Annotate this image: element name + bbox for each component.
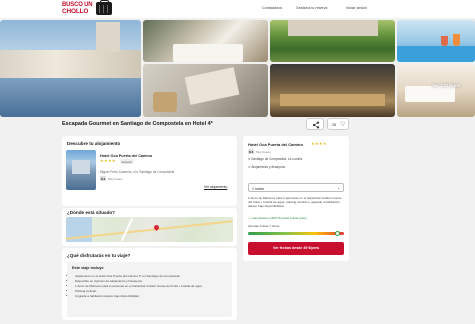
hotel-stars: ★★★★ xyxy=(100,158,116,163)
free-cancellation-note: ✓ Cancelación GRATIS hasta 3 días antes xyxy=(248,216,307,220)
list-item: Upgrade a habitación deluxe bajo disponi… xyxy=(75,294,225,299)
booking-hotel-name: Hotel Oca Puerta del Camino xyxy=(248,142,303,147)
booking-rating-score: 8.4 xyxy=(248,149,255,154)
list-item: 1 Arroz de Mariscos para 2 personas en e… xyxy=(75,284,225,289)
view-all-photos-link[interactable]: Ver 110 fotos xyxy=(432,83,460,88)
offer-progress-bar xyxy=(248,232,344,235)
gallery-photo-lobby[interactable] xyxy=(143,64,268,117)
gallery-photo-room[interactable] xyxy=(143,20,268,62)
booking-rating-label: Muy bueno xyxy=(256,150,271,154)
hotel-address: Miguel Ferro Caaveiro, s/n, Santiago de … xyxy=(100,170,175,174)
favorite-button[interactable]: 26 ♡ xyxy=(327,118,349,130)
gallery-photo-bar[interactable] xyxy=(270,64,395,117)
view-dates-button[interactable]: Ver fechas desde 49 €/pers xyxy=(248,242,344,255)
nav-manage-booking-link[interactable]: Gestiona tu reserva xyxy=(296,6,327,10)
hotel-thumbnail[interactable] xyxy=(66,150,96,190)
nav-contact-link[interactable]: Contáctanos xyxy=(262,6,282,10)
offer-progress-knob xyxy=(334,231,340,236)
free-cancellation-text: Cancelación GRATIS hasta 3 días antes xyxy=(251,216,307,220)
top-header: BUSCO UN CHOLLO Contáctanos Gestiona tu … xyxy=(0,0,475,18)
included-heading: Este viaje incluye xyxy=(72,266,104,270)
hotel-category-tag: Superior xyxy=(120,159,134,164)
time-remaining: Quedan 9 días 7 horas xyxy=(248,224,280,228)
booking-board: ✕ Alojamiento y desayuno xyxy=(248,165,285,169)
hotel-rating-score: 8.4 xyxy=(100,176,107,181)
accommodation-card: Descubre tu alojamiento Hotel Oca Puerta… xyxy=(62,136,237,206)
location-heading: ¿Dónde está situado? xyxy=(67,210,115,215)
hotel-rating-label: Muy bueno xyxy=(108,177,123,181)
likes-count: 26 xyxy=(332,123,336,127)
share-button[interactable] xyxy=(306,118,324,130)
location-card: ¿Dónde está situado? xyxy=(62,208,237,246)
gallery-main-photo[interactable] xyxy=(0,20,141,117)
gallery-photo-garden[interactable] xyxy=(270,20,395,62)
gallery-photo-bedroom[interactable] xyxy=(397,64,475,117)
gallery-photo-pool[interactable] xyxy=(397,20,475,62)
page-title: Escapada Gourmet en Santiago de Composte… xyxy=(62,121,213,127)
accommodation-heading: Descubre tu alojamiento xyxy=(67,141,121,146)
nights-select-value: 1 noche xyxy=(252,186,265,191)
nav-login-link[interactable]: Iniciar sesión xyxy=(346,6,367,10)
booking-card: Hotel Oca Puerta del Camino ★★★★ 8.4 Muy… xyxy=(243,136,349,261)
booking-board-text: Alojamiento y desayuno xyxy=(251,165,286,169)
offer-description: 1 Arroz de Mariscos para 2 personas en e… xyxy=(248,196,342,209)
view-accommodation-link[interactable]: Ver alojamiento xyxy=(204,185,227,189)
booking-hotel-stars: ★★★★ xyxy=(311,141,327,146)
trip-includes-card: ¿Qué disfrutarás en tu viaje? Este viaje… xyxy=(62,248,237,320)
booking-location-text: Santiago de Compostela, La coruña xyxy=(251,157,303,161)
nights-select[interactable]: 1 noche ⌄ xyxy=(248,183,344,192)
included-box: Este viaje incluye Alojamiento en el Hot… xyxy=(67,262,232,317)
location-map[interactable] xyxy=(66,217,233,242)
site-logo[interactable]: BUSCO UN CHOLLO xyxy=(62,0,114,16)
suitcase-icon xyxy=(96,0,112,15)
heart-icon: ♡ xyxy=(340,122,346,128)
included-list: Alojamiento en el Hotel Oca Puerta del C… xyxy=(75,274,225,299)
share-icon xyxy=(312,121,320,129)
logo-text-line2: CHOLLO xyxy=(62,8,89,15)
booking-location: ⚲ Santiago de Compostela, La coruña xyxy=(248,157,302,161)
chevron-down-icon: ⌄ xyxy=(337,185,340,190)
location-pin-icon: ⚲ xyxy=(248,157,251,161)
trip-includes-heading: ¿Qué disfrutarás en tu viaje? xyxy=(67,253,131,258)
